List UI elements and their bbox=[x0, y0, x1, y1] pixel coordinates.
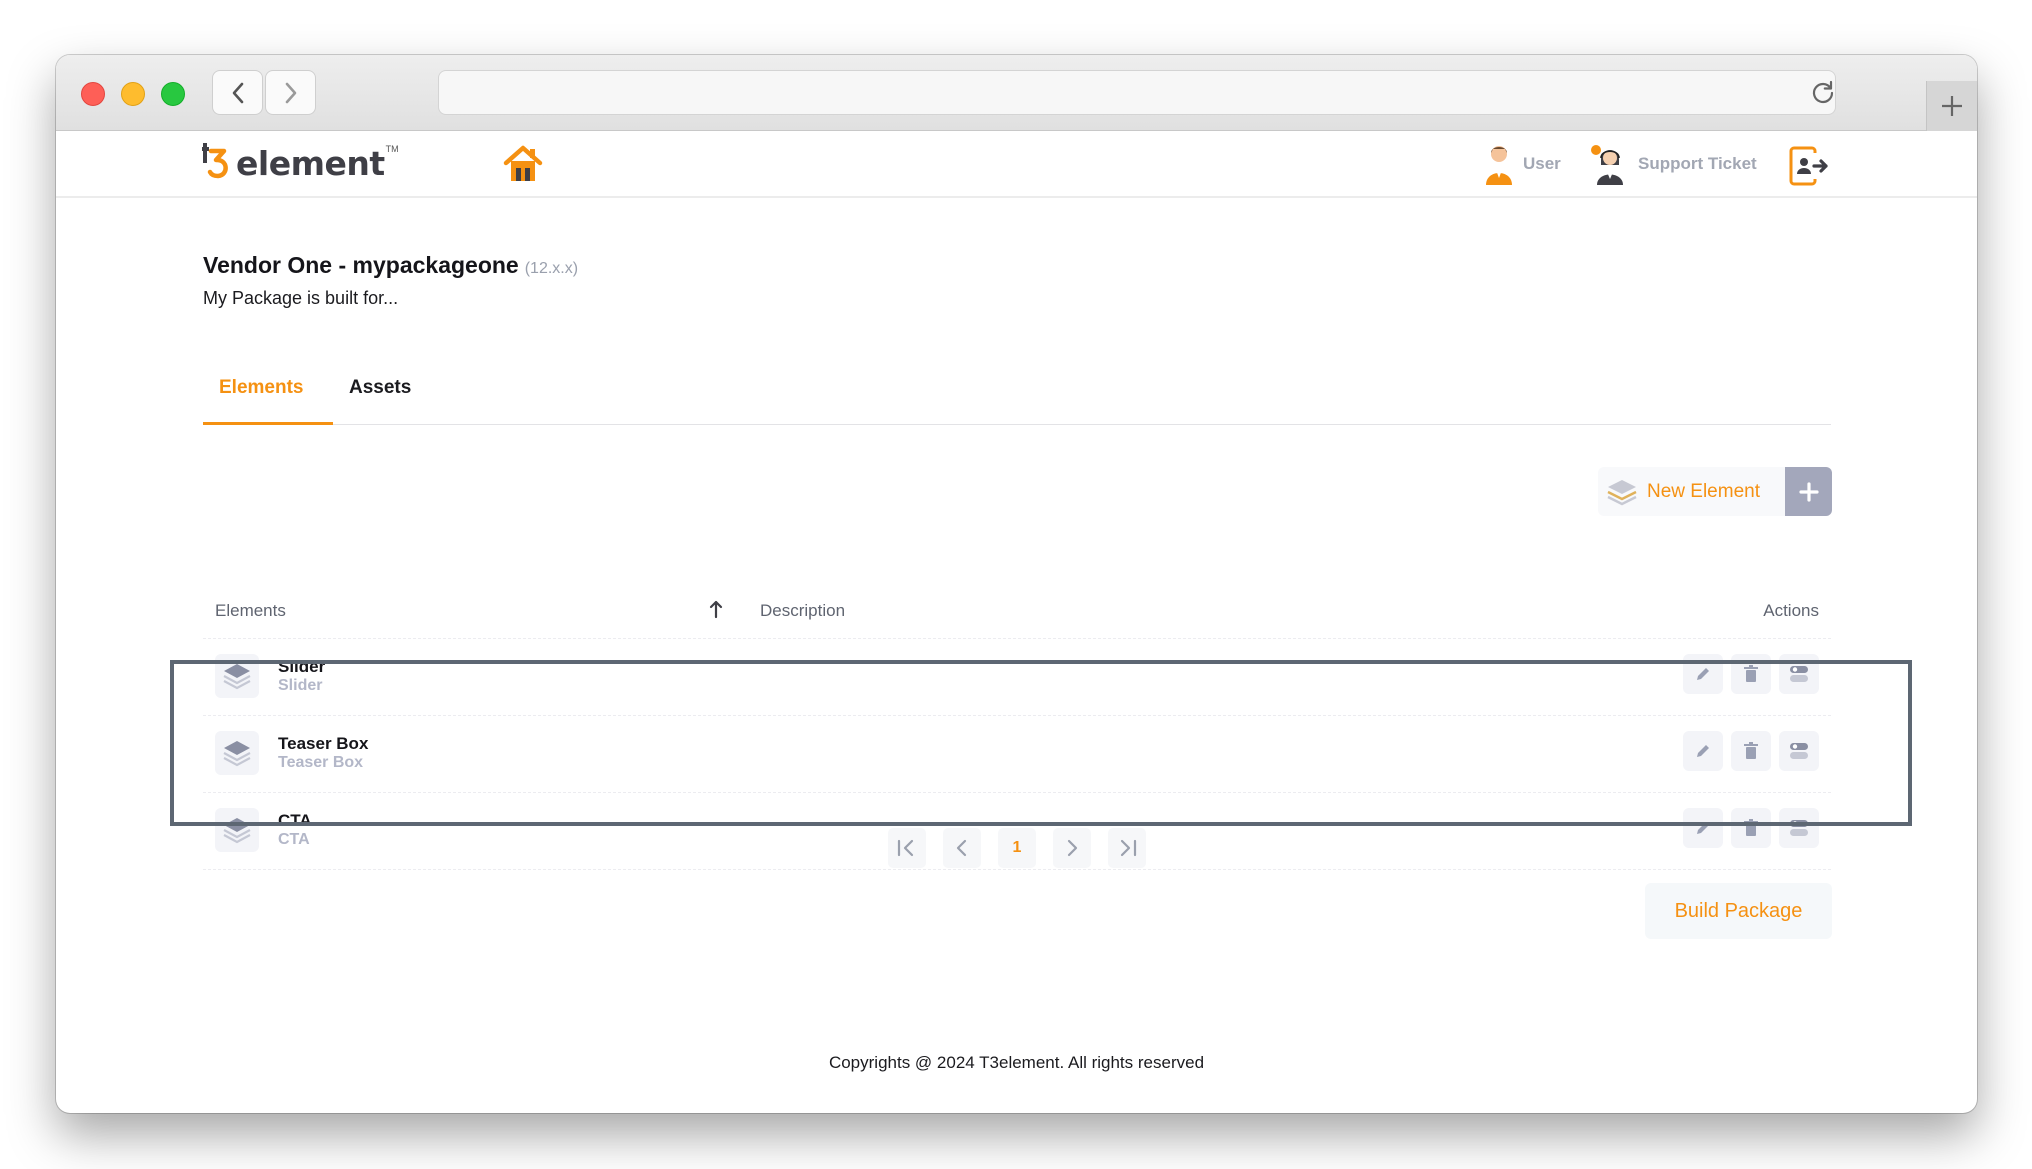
browser-window: element TM User Support Ticket Vendor On… bbox=[56, 55, 1977, 1113]
package-version: (12.x.x) bbox=[524, 260, 579, 277]
trash-icon bbox=[1744, 819, 1758, 836]
logo-trademark: TM bbox=[385, 144, 399, 154]
plus-icon bbox=[1942, 96, 1962, 116]
minimize-window-button[interactable] bbox=[121, 82, 145, 106]
toggle-button[interactable] bbox=[1779, 654, 1819, 694]
column-header-actions: Actions bbox=[1763, 601, 1819, 620]
logout-icon[interactable] bbox=[1788, 145, 1830, 187]
back-button[interactable] bbox=[212, 70, 263, 115]
tab-elements[interactable]: Elements bbox=[219, 377, 303, 399]
new-tab-button[interactable] bbox=[1926, 81, 1977, 131]
build-package-button[interactable]: Build Package bbox=[1645, 883, 1832, 939]
edit-button[interactable] bbox=[1683, 731, 1723, 771]
element-key: CTA bbox=[278, 831, 310, 848]
first-page-button[interactable] bbox=[888, 828, 926, 868]
support-ticket-link[interactable]: Support Ticket bbox=[1590, 143, 1757, 185]
support-ticket-label: Support Ticket bbox=[1638, 154, 1757, 173]
delete-button[interactable] bbox=[1731, 808, 1771, 848]
layers-icon bbox=[1607, 479, 1637, 505]
maximize-window-button[interactable] bbox=[161, 82, 185, 106]
layers-icon bbox=[223, 664, 251, 690]
edit-button[interactable] bbox=[1683, 808, 1723, 848]
close-window-button[interactable] bbox=[81, 82, 105, 106]
edit-button[interactable] bbox=[1683, 654, 1723, 694]
trash-icon bbox=[1744, 742, 1758, 759]
app-header: element TM User Support Ticket bbox=[56, 131, 1977, 198]
forward-button[interactable] bbox=[265, 70, 316, 115]
last-page-icon bbox=[1120, 839, 1137, 857]
toggle-button[interactable] bbox=[1779, 731, 1819, 771]
table-header: Elements Description Actions bbox=[203, 585, 1831, 639]
tab-bar: Elements Assets bbox=[203, 355, 1831, 425]
column-header-description: Description bbox=[760, 601, 846, 620]
pencil-icon bbox=[1697, 745, 1709, 757]
tab-assets[interactable]: Assets bbox=[349, 377, 411, 399]
reload-icon[interactable] bbox=[1810, 79, 1836, 105]
package-description: My Package is built for... bbox=[203, 288, 399, 308]
element-icon bbox=[215, 808, 259, 852]
layers-icon bbox=[223, 818, 251, 844]
first-page-icon bbox=[897, 839, 914, 857]
pagination: 1 bbox=[888, 828, 1146, 868]
element-icon bbox=[215, 731, 259, 775]
last-page-button[interactable] bbox=[1108, 828, 1146, 868]
plus-icon bbox=[1798, 481, 1819, 502]
browser-toolbar bbox=[56, 55, 1977, 131]
page-number-button[interactable]: 1 bbox=[998, 828, 1036, 868]
new-element-button[interactable]: New Element bbox=[1598, 467, 1785, 516]
sort-ascending-icon[interactable] bbox=[709, 599, 723, 619]
logo[interactable]: element TM bbox=[202, 139, 399, 183]
logo-text: element bbox=[236, 143, 385, 183]
prev-page-button[interactable] bbox=[943, 828, 981, 868]
chevron-left-icon bbox=[232, 82, 243, 103]
chevron-right-icon bbox=[1067, 839, 1078, 857]
element-key: Teaser Box bbox=[278, 754, 364, 771]
page-title: Vendor One - mypackageone (12.x.x) bbox=[203, 252, 578, 279]
row-actions bbox=[1683, 654, 1819, 694]
column-header-elements[interactable]: Elements bbox=[215, 601, 286, 621]
support-agent-icon bbox=[1591, 145, 1623, 185]
home-icon[interactable] bbox=[502, 143, 544, 185]
element-name[interactable]: CTA bbox=[278, 811, 312, 831]
table-row[interactable]: Teaser Box Teaser Box bbox=[203, 716, 1831, 793]
footer-copyright: Copyrights @ 2024 T3element. All rights … bbox=[828, 1053, 1205, 1072]
chevron-right-icon bbox=[285, 82, 296, 103]
layers-icon bbox=[223, 741, 251, 767]
pencil-icon bbox=[1697, 668, 1709, 680]
new-element-label: New Element bbox=[1647, 480, 1760, 502]
user-avatar-icon bbox=[1486, 146, 1512, 185]
active-tab-indicator bbox=[203, 422, 333, 425]
table-row[interactable]: Slider Slider bbox=[203, 639, 1831, 716]
trash-icon bbox=[1744, 665, 1758, 682]
row-actions bbox=[1683, 808, 1819, 848]
element-name[interactable]: Slider bbox=[278, 657, 325, 677]
toggle-icon bbox=[1790, 666, 1808, 682]
t3-logo-icon bbox=[202, 143, 228, 179]
add-element-button[interactable] bbox=[1785, 467, 1832, 516]
delete-button[interactable] bbox=[1731, 654, 1771, 694]
toggle-icon bbox=[1790, 743, 1808, 759]
element-icon bbox=[215, 654, 259, 698]
pencil-icon bbox=[1697, 822, 1709, 834]
element-key: Slider bbox=[278, 677, 323, 694]
row-actions bbox=[1683, 731, 1819, 771]
chevron-left-icon bbox=[956, 839, 967, 857]
user-menu[interactable]: User bbox=[1483, 143, 1561, 185]
toggle-icon bbox=[1790, 820, 1808, 836]
toggle-button[interactable] bbox=[1779, 808, 1819, 848]
address-bar[interactable] bbox=[438, 70, 1836, 115]
package-name: Vendor One - mypackageone bbox=[203, 252, 519, 278]
element-name[interactable]: Teaser Box bbox=[278, 734, 368, 754]
next-page-button[interactable] bbox=[1053, 828, 1091, 868]
user-label: User bbox=[1523, 154, 1561, 173]
delete-button[interactable] bbox=[1731, 731, 1771, 771]
